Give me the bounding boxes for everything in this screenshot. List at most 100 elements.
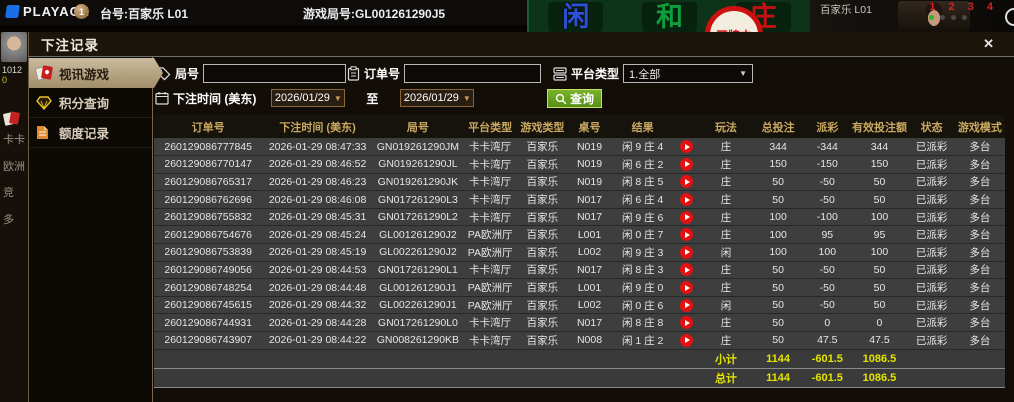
tab-video-games[interactable]: 视讯游戏 — [29, 58, 163, 88]
cell-total-bet: 50 — [752, 173, 805, 192]
bet-zone-player[interactable]: 闲 — [548, 2, 604, 32]
calendar-icon — [155, 92, 169, 105]
cell-round: GL002261290J2 — [372, 243, 464, 262]
date-to-picker[interactable]: 2026/01/29 ▼ — [400, 89, 475, 107]
cell-bet-on: 闲 — [699, 296, 753, 315]
bet-zone-tie[interactable]: 和 — [641, 2, 697, 32]
platform-select[interactable]: 1.全部 ▼ — [623, 64, 754, 83]
replay-button[interactable] — [680, 175, 694, 189]
replay-button[interactable] — [680, 245, 694, 259]
cell-payout: -100 — [804, 208, 851, 227]
cell-order: 260129086743907 — [154, 331, 263, 350]
replay-button[interactable] — [680, 298, 694, 312]
cell-time: 2026-01-29 08:44:28 — [262, 313, 373, 333]
cell-total-bet: 50 — [752, 261, 805, 280]
cell-result: 闲 9 庄 3 — [611, 243, 674, 262]
replay-button[interactable] — [680, 263, 694, 277]
diamond-icon — [36, 95, 53, 111]
cell-table-no: N008 — [567, 331, 612, 350]
cell-status: 已派彩 — [908, 331, 955, 350]
lobby-cards-icon — [2, 111, 20, 126]
cell-total-bet: 50 — [752, 296, 805, 315]
modal-title: 下注记录 — [41, 38, 99, 53]
lobby-item-1[interactable]: 卡卡 — [3, 131, 25, 147]
modal-body: 视讯游戏 积分查询 额度记录 局号 订单号 平台类型 1.全部 ▼ 下注时间 (… — [29, 57, 1014, 402]
cell-result: 闲 9 庄 6 — [611, 208, 674, 227]
replay-button[interactable] — [680, 210, 694, 224]
tab-points-query[interactable]: 积分查询 — [29, 88, 152, 118]
cell-order: 260129086753839 — [154, 243, 263, 262]
filter-round: 局号 — [156, 64, 347, 83]
lobby-item-4[interactable]: 多 — [3, 211, 14, 227]
replay-button[interactable] — [680, 157, 694, 171]
replay-button[interactable] — [680, 140, 694, 154]
cell-total-bet: 100 — [752, 225, 805, 245]
cell-table-no: N019 — [567, 173, 612, 192]
cell-order: 260129086748254 — [154, 278, 263, 297]
balance-secondary: 0 — [2, 75, 8, 85]
time-filter-label: 下注时间 (美东) — [173, 91, 257, 106]
tab-label: 视讯游戏 — [59, 67, 110, 82]
cell-platform: 卡卡湾厅 — [463, 261, 518, 280]
cell-replay — [673, 261, 700, 280]
cell-bet-on: 庄 — [699, 190, 753, 209]
table-header-row: 订单号 下注时间 (美东) 局号 平台类型 游戏类型 桌号 结果 玩法 总投注 派彩 有效投注额 状态… — [154, 115, 1005, 138]
close-icon[interactable]: ✕ — [983, 36, 1002, 52]
game-topbar: PLAYACE 1 台号:百家乐 L01 游戏局号:GL001261290J5 … — [0, 0, 1014, 32]
date-from-picker[interactable]: 2026/01/29 ▼ — [271, 89, 346, 107]
cell-mode: 多台 — [954, 138, 1005, 157]
logo-icon — [5, 5, 20, 18]
table-row: 260129086744931 2026-01-29 08:44:28 GN0172… — [154, 313, 1005, 333]
order-input[interactable] — [404, 64, 542, 83]
cell-status: 已派彩 — [908, 208, 955, 227]
cell-total-bet: 150 — [752, 155, 805, 174]
cell-valid-bet: 100 — [850, 243, 909, 262]
column-header: 状态 — [908, 115, 955, 138]
cell-game-type: 百家乐 — [517, 225, 568, 245]
lobby-item-3[interactable]: 竞 — [3, 184, 14, 200]
avatar[interactable] — [1, 32, 27, 62]
replay-button[interactable] — [680, 193, 694, 207]
cell-time: 2026-01-29 08:46:52 — [262, 155, 373, 174]
replay-button[interactable] — [680, 316, 694, 330]
cell-time: 2026-01-29 08:44:32 — [262, 296, 373, 315]
cell-status: 已派彩 — [908, 296, 955, 315]
cell-mode: 多台 — [954, 243, 1005, 262]
cell-round: GN008261290KB — [372, 331, 464, 350]
cell-game-type: 百家乐 — [517, 208, 568, 227]
clipboard-icon — [347, 66, 360, 81]
cell-platform: 卡卡湾厅 — [463, 138, 518, 157]
replay-button[interactable] — [680, 228, 694, 242]
cell-time: 2026-01-29 08:46:23 — [262, 173, 373, 192]
cell-mode: 多台 — [954, 313, 1005, 333]
cell-platform: 卡卡湾厅 — [463, 190, 518, 209]
table-row: 260129086745615 2026-01-29 08:44:32 GL0022… — [154, 296, 1005, 315]
grand-total-valid-bet: 1086.5 — [850, 367, 909, 388]
replay-button[interactable] — [680, 333, 694, 347]
cell-replay — [673, 296, 700, 315]
table-number-label: 台号:百家乐 L01 — [100, 7, 189, 21]
cell-platform: 卡卡湾厅 — [463, 155, 518, 174]
column-header: 下注时间 (美东) — [262, 115, 373, 138]
replay-button[interactable] — [680, 281, 694, 295]
round-input[interactable] — [203, 64, 347, 83]
cell-valid-bet: 50 — [850, 296, 909, 315]
cell-mode: 多台 — [954, 261, 1005, 280]
search-icon — [555, 93, 567, 104]
cell-table-no: L001 — [567, 278, 612, 297]
video-table-title: 百家乐 L01 — [820, 4, 872, 16]
cell-result: 闲 6 庄 4 — [611, 190, 674, 209]
subtotal-payout: -601.5 — [804, 348, 851, 369]
cell-order: 260129086762696 — [154, 190, 263, 209]
cell-payout: -50 — [804, 190, 851, 209]
cell-result: 闲 9 庄 4 — [611, 138, 674, 157]
table-row: 260129086777845 2026-01-29 08:47:33 GN0192… — [154, 138, 1005, 157]
modal-header: 下注记录 ✕ — [29, 32, 1014, 57]
table-row: 260129086762696 2026-01-29 08:46:08 GN0172… — [154, 190, 1005, 209]
tab-quota-records[interactable]: 额度记录 — [29, 118, 152, 148]
cell-bet-on: 闲 — [699, 243, 753, 262]
cell-payout: -50 — [804, 261, 851, 280]
cell-valid-bet: 50 — [850, 261, 909, 280]
lobby-item-2[interactable]: 欧洲 — [3, 158, 25, 174]
search-button[interactable]: 查询 — [547, 89, 603, 108]
